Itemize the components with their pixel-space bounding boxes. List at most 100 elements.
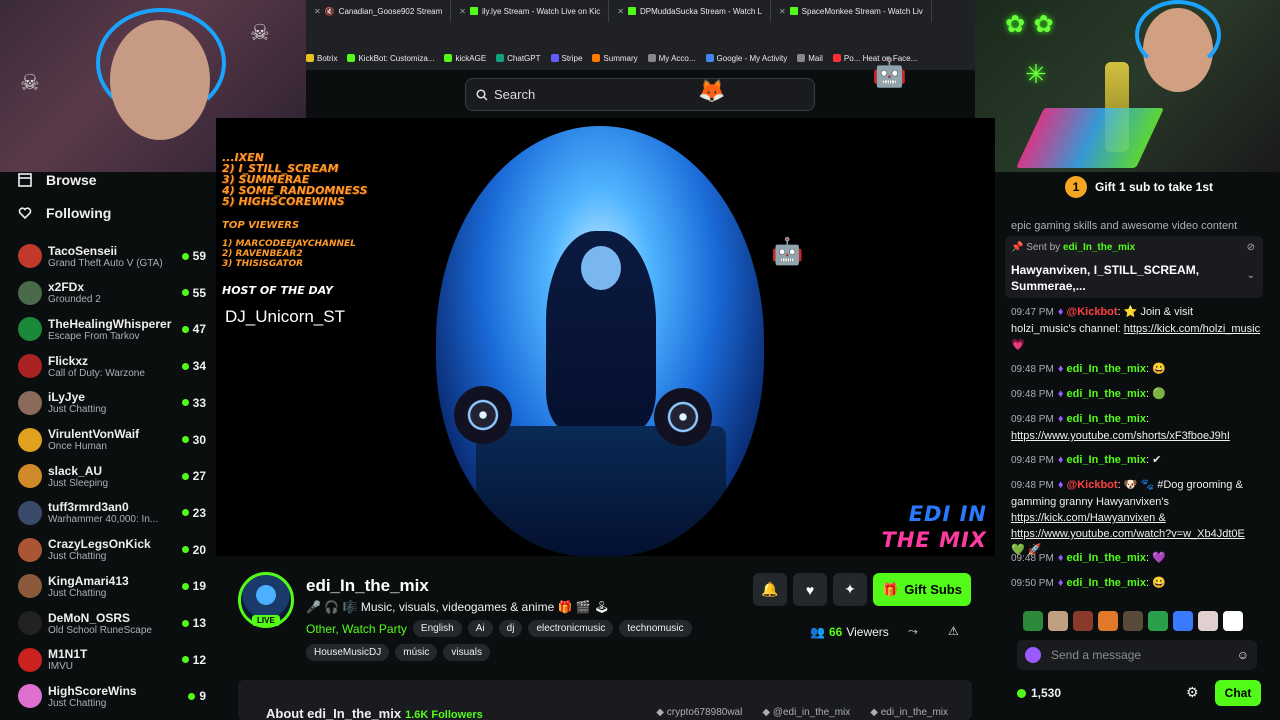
sidebar-channel-item[interactable]: M1N1T IMVU 12: [18, 642, 206, 678]
sidebar-channel-item[interactable]: VirulentVonWaif Once Human 30: [18, 422, 206, 458]
tag-list: HouseMusicDJ músic visuals: [306, 644, 490, 661]
close-icon[interactable]: ✕: [459, 7, 466, 16]
bookmark-item[interactable]: Summary: [592, 54, 638, 63]
emote-icon[interactable]: [1223, 611, 1243, 631]
sidebar-channel-item[interactable]: TacoSenseii Grand Theft Auto V (GTA) 59: [18, 238, 206, 274]
emote-icon[interactable]: [1173, 611, 1193, 631]
sidebar-channel-item[interactable]: x2FDx Grounded 2 55: [18, 275, 206, 311]
tag-chip[interactable]: technomusic: [619, 620, 692, 637]
nav-browse[interactable]: Browse: [18, 172, 97, 188]
channel-category: Escape From Tarkov: [48, 330, 140, 342]
notification-button[interactable]: 🔔: [753, 573, 787, 606]
emote-icon[interactable]: [1198, 611, 1218, 631]
sidebar-channel-item[interactable]: tuff3rmrd3an0 Warhammer 40,000: In... 23: [18, 495, 206, 531]
viewer-count: 19: [182, 579, 206, 593]
browser-tab[interactable]: ✕ ily.lye Stream - Watch Live on Kic: [451, 0, 610, 22]
sidebar-channel-item[interactable]: HighScoreWins Just Chatting 9: [18, 678, 206, 714]
bookmark-item[interactable]: Botrix: [306, 54, 337, 63]
message-username[interactable]: edi_In_the_mix: [1067, 388, 1146, 400]
mute-icon[interactable]: 🔇: [325, 7, 335, 16]
bookmark-item[interactable]: ChatGPT: [496, 54, 541, 63]
tag-chip[interactable]: electronicmusic: [528, 620, 614, 637]
emote-icon[interactable]: [1023, 611, 1043, 631]
message-username[interactable]: edi_In_the_mix: [1067, 577, 1146, 589]
social-link[interactable]: ◆ crypto678980wal: [656, 707, 742, 718]
unpin-icon[interactable]: ⊘: [1247, 242, 1255, 253]
gift-icon: 🎁: [882, 581, 899, 597]
video-player[interactable]: ...IXEN 2) I_STILL_SCREAM 3) SUMMERAE 4) SO…: [216, 118, 995, 556]
sidebar-channel-item[interactable]: slack_AU Just Sleeping 27: [18, 458, 206, 494]
emote-icon[interactable]: [1073, 611, 1093, 631]
bookmark-item[interactable]: kickAGE: [444, 54, 486, 63]
sparkle-button[interactable]: ✦: [833, 573, 867, 606]
message-username[interactable]: @Kickbot: [1067, 479, 1118, 491]
message-username[interactable]: edi_In_the_mix: [1067, 413, 1146, 425]
message-username[interactable]: edi_In_the_mix: [1067, 363, 1146, 375]
bookmark-item[interactable]: Google - My Activity: [705, 54, 787, 63]
chat-message: 09:48 PM ♦ edi_In_the_mix: https://www.yo…: [1011, 411, 1261, 444]
message-time: 09:48 PM: [1011, 414, 1054, 425]
emoji-icon[interactable]: ☺: [1237, 648, 1249, 662]
browser-tab[interactable]: ✕ 🔇 Canadian_Goose902 Stream: [306, 0, 452, 22]
sidebar-channel-item[interactable]: iLyJye Just Chatting 33: [18, 385, 206, 421]
message-username[interactable]: edi_In_the_mix: [1067, 454, 1146, 466]
social-link[interactable]: ◆ @edi_in_the_mix: [762, 707, 850, 718]
gift-leaderboard-banner[interactable]: 1 Gift 1 sub to take 1st: [1065, 176, 1213, 198]
share-icon[interactable]: ⤳: [908, 624, 918, 639]
tag-chip[interactable]: HouseMusicDJ: [306, 644, 390, 661]
chevron-down-icon[interactable]: ⌄: [1247, 270, 1255, 281]
browser-tab[interactable]: ✕ SpaceMonkee Stream - Watch Liv: [771, 0, 932, 22]
emote-icon[interactable]: [1148, 611, 1168, 631]
sidebar-channel-item[interactable]: TheHealingWhisperer Escape From Tarkov 47: [18, 311, 206, 347]
message-username[interactable]: @Kickbot: [1067, 306, 1118, 318]
sidebar-channel-item[interactable]: CrazyLegsOnKick Just Chatting 20: [18, 532, 206, 568]
emote-icon[interactable]: [1098, 611, 1118, 631]
channel-name[interactable]: edi_In_the_mix: [306, 576, 429, 596]
bookmark-item[interactable]: My Acco...: [647, 54, 696, 63]
chat-send-button[interactable]: Chat: [1215, 680, 1261, 706]
channel-points[interactable]: 1,530: [1017, 686, 1061, 700]
ghost-sprite-icon: ☠: [20, 70, 40, 95]
close-icon[interactable]: ✕: [617, 7, 624, 16]
close-icon[interactable]: ✕: [314, 7, 321, 16]
close-icon[interactable]: ✕: [779, 7, 786, 16]
bookmark-item[interactable]: Mail: [797, 54, 823, 63]
tag-chip[interactable]: English: [412, 620, 462, 637]
nav-following[interactable]: Following: [18, 205, 111, 221]
chat-input[interactable]: Send a message ☺: [1017, 640, 1257, 670]
report-icon[interactable]: ⚠: [948, 624, 959, 638]
bookmark-item[interactable]: Stripe: [550, 54, 582, 63]
emote-icon[interactable]: [1048, 611, 1068, 631]
sidebar-channel-item[interactable]: DeMoN_OSRS Old School RuneScape 13: [18, 605, 206, 641]
follow-button[interactable]: ♥: [793, 573, 827, 606]
tag-chip[interactable]: dj: [498, 620, 523, 637]
tag-chip[interactable]: visuals: [443, 644, 490, 661]
channel-info: LIVE edi_In_the_mix 🎤 🎧 🎼 Music, visuals…: [216, 556, 995, 720]
kick-icon: [470, 7, 478, 15]
pinned-text: Hawyanvixen, I_STILL_SCREAM, Summerae,..…: [1011, 263, 1200, 293]
gear-icon[interactable]: ⚙: [1186, 684, 1199, 701]
social-link[interactable]: ◆ edi_in_the_mix: [870, 707, 948, 718]
message-text: : 😀: [1145, 363, 1166, 375]
sidebar-channel-item[interactable]: Flickxz Call of Duty: Warzone 34: [18, 348, 206, 384]
message-link[interactable]: https://kick.com/Hawyanvixen & https://w…: [1011, 512, 1245, 540]
search-input[interactable]: Search: [465, 78, 815, 111]
message-username[interactable]: edi_In_the_mix: [1067, 552, 1146, 564]
message-link[interactable]: https://www.youtube.com/shorts/xF3fboeJ9…: [1011, 430, 1230, 442]
emote-icon[interactable]: [1123, 611, 1143, 631]
dj-video-frame: [436, 126, 764, 556]
gift-subs-button[interactable]: 🎁 Gift Subs: [873, 573, 971, 606]
viewer-count: 30: [182, 433, 206, 447]
browser-tab[interactable]: ✕ DPMuddaSucka Stream - Watch L: [609, 0, 771, 22]
category-link[interactable]: Other, Watch Party: [306, 622, 407, 636]
sidebar-channel-item[interactable]: KingAmari413 Just Chatting 19: [18, 568, 206, 604]
tag-chip[interactable]: músic: [395, 644, 438, 661]
message-link[interactable]: https://kick.com/holzi_music: [1124, 323, 1260, 335]
pinned-message[interactable]: 📌 Sent by edi_In_the_mix Hawyanvixen, I_…: [1005, 236, 1263, 298]
avatar: [18, 647, 42, 672]
badge-icon: ♦: [1057, 413, 1064, 425]
tag-chip[interactable]: Ai: [467, 620, 493, 637]
channel-category: Just Sleeping: [48, 477, 109, 489]
channel-category: Once Human: [48, 441, 107, 452]
bookmark-item[interactable]: KickBot: Customiza...: [347, 54, 434, 63]
